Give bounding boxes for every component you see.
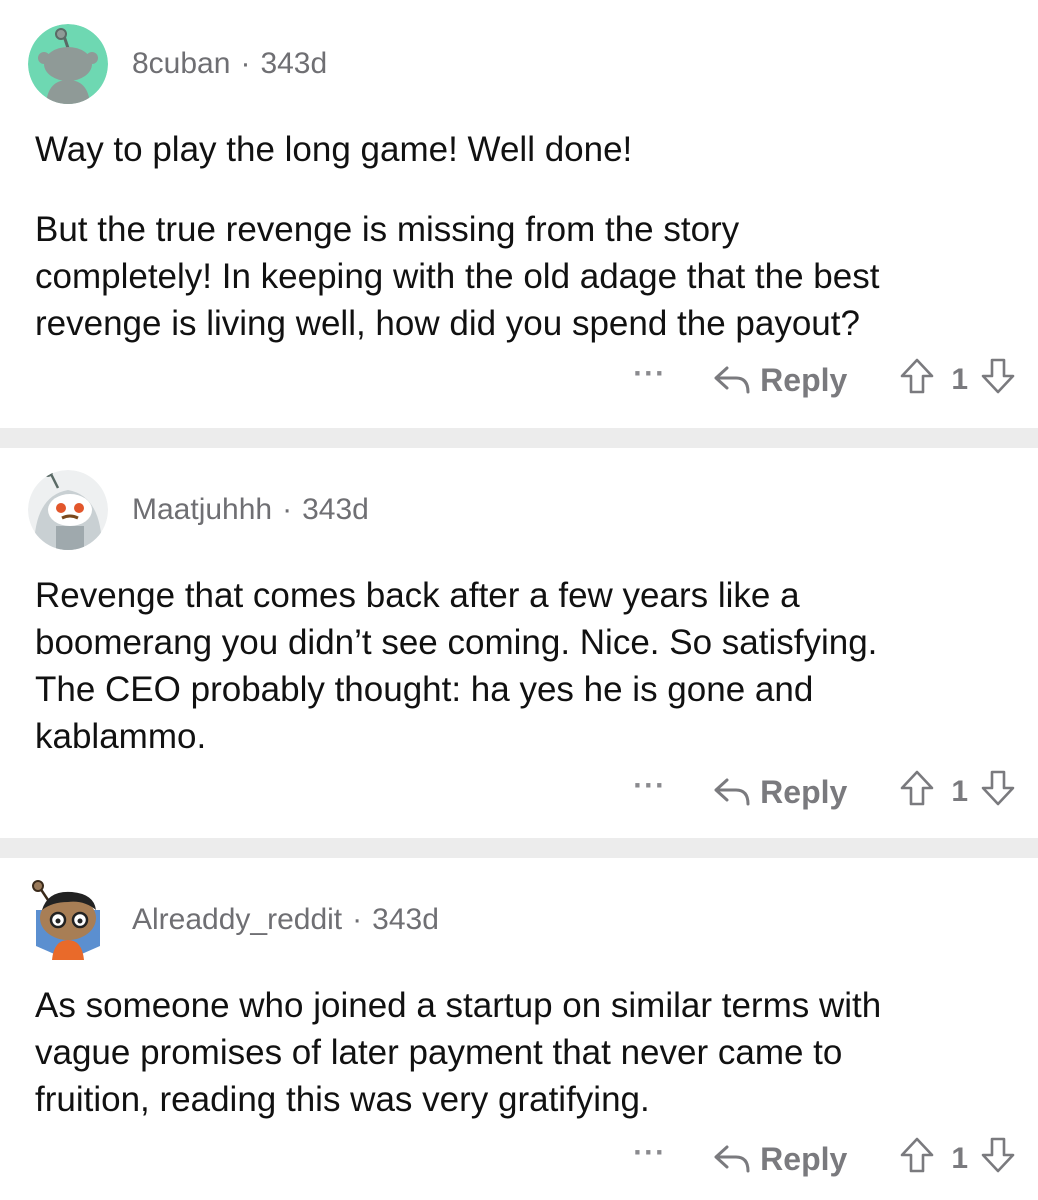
more-options-button[interactable]: ··· bbox=[633, 1138, 666, 1168]
vote-score: 1 bbox=[951, 363, 968, 396]
comment-age: 343d bbox=[302, 493, 369, 526]
comment-body: Way to play the long game! Well done! Bu… bbox=[35, 126, 1020, 347]
comment-paragraph: Way to play the long game! Well done! bbox=[35, 130, 633, 169]
comment-meta: 8cuban · 343d bbox=[132, 47, 327, 81]
comment-header: Alreaddy_reddit · 343d bbox=[28, 880, 439, 960]
upvote-arrow-icon bbox=[901, 358, 934, 394]
reply-label: Reply bbox=[760, 1140, 848, 1177]
upvote-button[interactable] bbox=[899, 357, 935, 403]
avatar[interactable] bbox=[28, 24, 108, 104]
comment-actions: ··· Reply 1 bbox=[633, 1134, 1016, 1184]
vote-score: 1 bbox=[951, 775, 968, 808]
snoo-avatar-hooded-icon bbox=[28, 470, 108, 550]
vote-controls: 1 bbox=[899, 357, 1016, 403]
meta-separator: · bbox=[282, 493, 293, 526]
vote-controls: 1 bbox=[899, 1136, 1016, 1182]
avatar[interactable] bbox=[28, 880, 108, 960]
meta-separator: · bbox=[352, 903, 363, 936]
reply-button[interactable]: Reply bbox=[712, 774, 847, 811]
reply-arrow-icon bbox=[714, 366, 750, 394]
avatar[interactable] bbox=[28, 470, 108, 550]
comment-body: Revenge that comes back after a few year… bbox=[35, 572, 1020, 760]
comment-body: As someone who joined a startup on simil… bbox=[35, 982, 1020, 1123]
comment: Maatjuhhh · 343d Revenge that comes back… bbox=[0, 448, 1038, 838]
more-options-button[interactable]: ··· bbox=[633, 359, 666, 389]
downvote-button[interactable] bbox=[980, 357, 1016, 403]
reply-arrow-icon bbox=[714, 1145, 750, 1173]
more-options-button[interactable]: ··· bbox=[633, 771, 666, 801]
comment: Alreaddy_reddit · 343d As someone who jo… bbox=[0, 858, 1038, 1200]
downvote-arrow-icon bbox=[981, 770, 1015, 806]
username[interactable]: Alreaddy_reddit bbox=[132, 903, 342, 937]
comment-header: 8cuban · 343d bbox=[28, 24, 327, 104]
comment-separator bbox=[0, 428, 1038, 448]
vote-controls: 1 bbox=[899, 769, 1016, 815]
username[interactable]: 8cuban bbox=[132, 47, 230, 81]
reply-arrow-icon bbox=[714, 778, 750, 806]
username[interactable]: Maatjuhhh bbox=[132, 493, 272, 527]
comment-actions: ··· Reply 1 bbox=[633, 355, 1016, 405]
comment: 8cuban · 343d Way to play the long game!… bbox=[0, 0, 1038, 428]
reply-button[interactable]: Reply bbox=[712, 362, 847, 399]
comment-paragraph: As someone who joined a startup on simil… bbox=[35, 986, 882, 1119]
downvote-button[interactable] bbox=[980, 1136, 1016, 1182]
comment-paragraph: Revenge that comes back after a few year… bbox=[35, 576, 878, 756]
comment-paragraph: But the true revenge is missing from the… bbox=[35, 210, 880, 343]
upvote-button[interactable] bbox=[899, 769, 935, 815]
reply-button[interactable]: Reply bbox=[712, 1141, 847, 1178]
upvote-arrow-icon bbox=[901, 770, 934, 806]
comment-actions: ··· Reply 1 bbox=[633, 767, 1016, 817]
downvote-arrow-icon bbox=[981, 1137, 1015, 1173]
comment-meta: Maatjuhhh · 343d bbox=[132, 493, 369, 527]
reply-label: Reply bbox=[760, 361, 848, 398]
comment-feed: 8cuban · 343d Way to play the long game!… bbox=[0, 0, 1038, 1200]
comment-age: 343d bbox=[372, 903, 439, 936]
comment-separator bbox=[0, 838, 1038, 858]
downvote-arrow-icon bbox=[981, 358, 1015, 394]
comment-meta: Alreaddy_reddit · 343d bbox=[132, 903, 439, 937]
vote-score: 1 bbox=[951, 1142, 968, 1175]
upvote-button[interactable] bbox=[899, 1136, 935, 1182]
comment-header: Maatjuhhh · 343d bbox=[28, 470, 369, 550]
reply-label: Reply bbox=[760, 773, 848, 810]
comment-age: 343d bbox=[260, 47, 328, 80]
snoo-avatar-mint-icon bbox=[28, 24, 108, 104]
meta-separator: · bbox=[240, 47, 251, 80]
downvote-button[interactable] bbox=[980, 769, 1016, 815]
upvote-arrow-icon bbox=[901, 1137, 934, 1173]
snoo-avatar-glasses-icon bbox=[32, 880, 100, 960]
